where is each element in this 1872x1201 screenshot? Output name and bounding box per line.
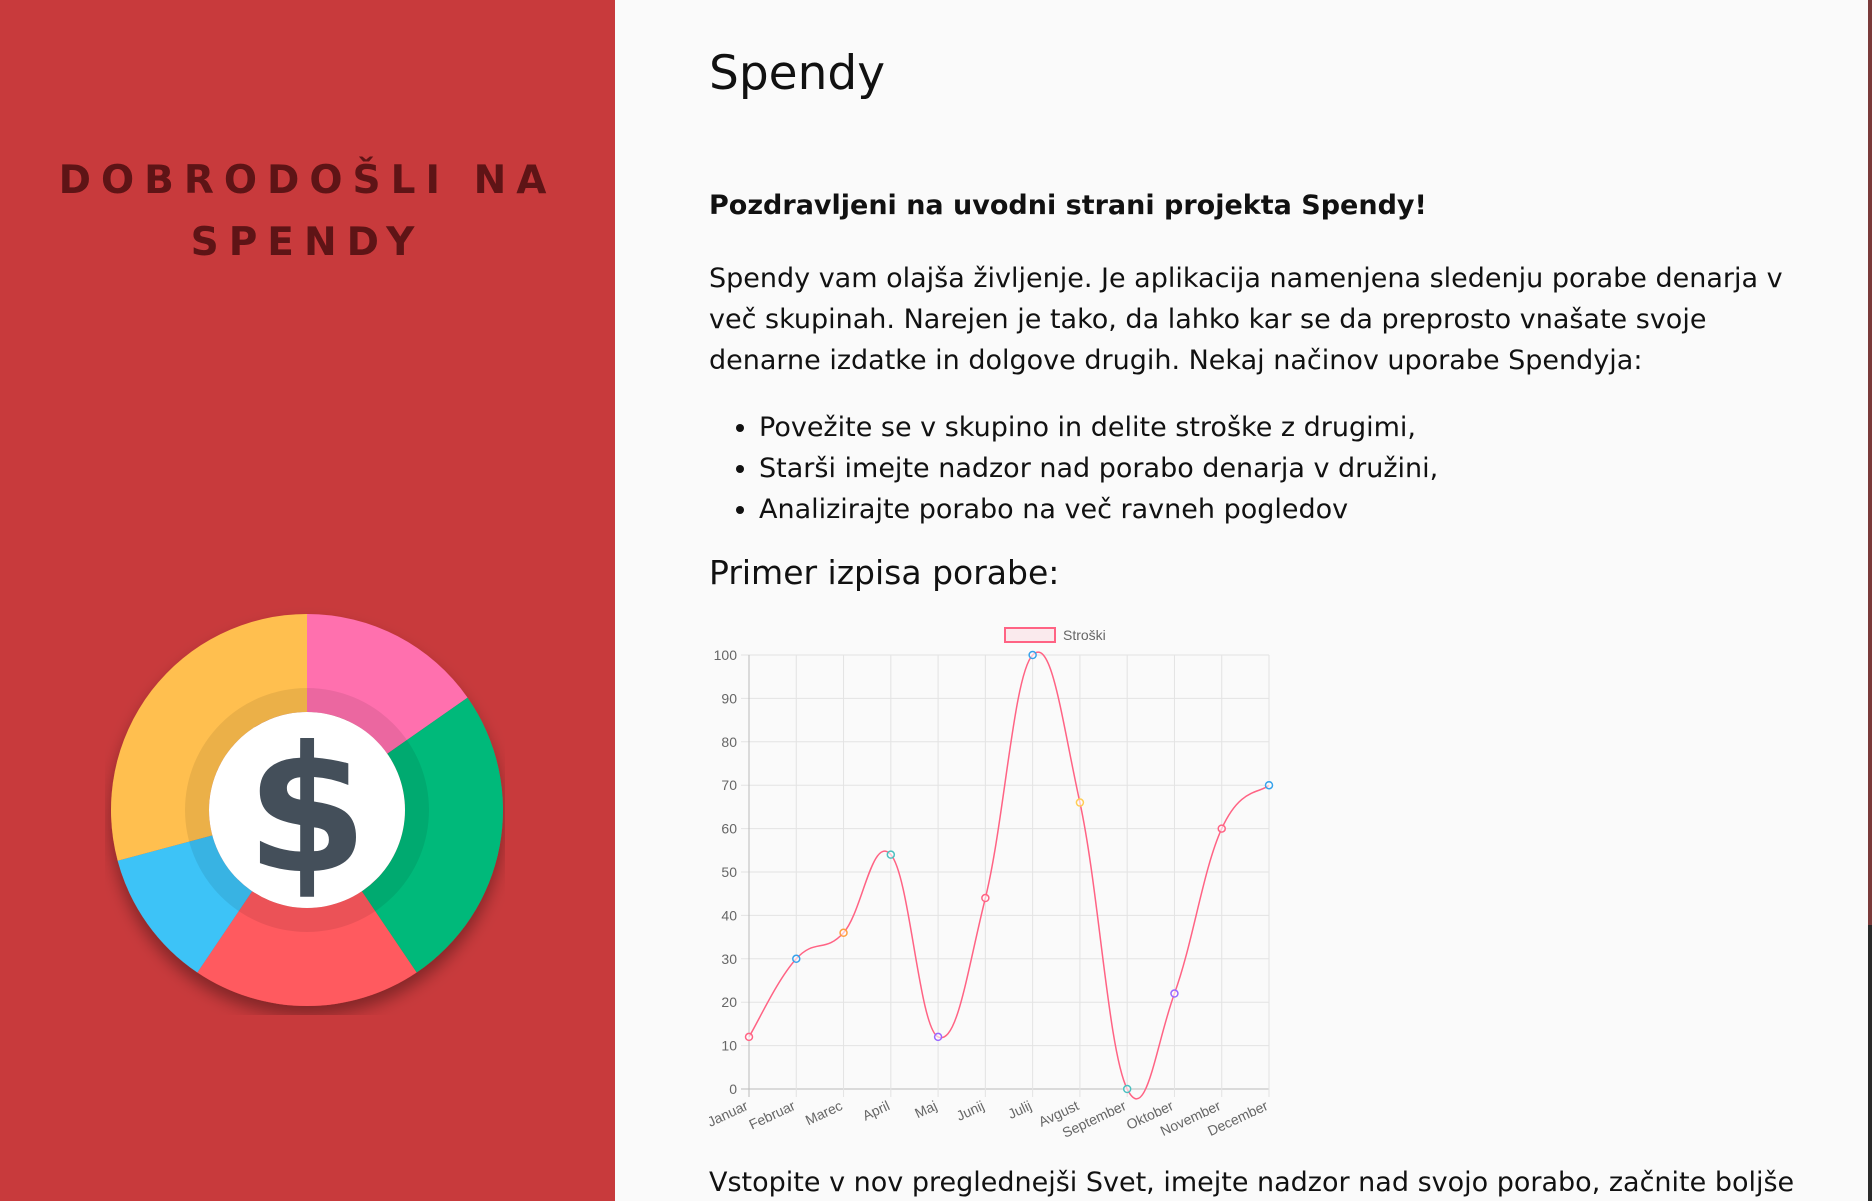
x-tick-label: Februar	[746, 1097, 797, 1132]
scrollbar-thumb[interactable]	[1868, 925, 1872, 1201]
x-tick-label: Julij	[1005, 1097, 1034, 1122]
outro-paragraph: Vstopite v nov preglednejši Svet, imejte…	[709, 1167, 1795, 1198]
list-item: Starši imejte nadzor nad porabo denarja …	[759, 448, 1438, 489]
y-tick-label: 40	[721, 907, 737, 923]
page-title: Spendy	[709, 46, 886, 101]
data-point[interactable]	[744, 1032, 754, 1042]
list-item: Analizirajte porabo na več ravneh pogled…	[759, 489, 1438, 530]
data-point[interactable]	[792, 954, 801, 964]
dollar-icon: $	[246, 710, 368, 913]
legend-label: Stroški	[1063, 627, 1106, 643]
data-point[interactable]	[1028, 650, 1037, 660]
x-tick-label: Junij	[954, 1097, 987, 1124]
data-point[interactable]	[1264, 780, 1274, 790]
data-point[interactable]	[1170, 989, 1179, 998]
data-point[interactable]	[1075, 798, 1085, 807]
x-tick-label: Marec	[803, 1097, 845, 1128]
y-tick-label: 100	[714, 647, 738, 663]
x-tick-label: April	[860, 1097, 892, 1123]
sidebar: DOBRODOŠLI NA SPENDY $	[0, 0, 615, 1201]
x-tick-label: Januar	[709, 1097, 751, 1130]
data-point[interactable]	[981, 893, 990, 903]
data-point[interactable]	[1122, 1084, 1132, 1094]
main-content: Spendy Pozdravljeni na uvodni strani pro…	[615, 0, 1868, 1201]
y-tick-label: 60	[721, 821, 737, 837]
spendy-logo: $	[110, 614, 503, 1006]
y-tick-label: 50	[721, 864, 737, 880]
intro-paragraph: Spendy vam olajša življenje. Je aplikaci…	[709, 263, 1783, 376]
welcome-line-2: SPENDY	[190, 220, 425, 265]
welcome-heading: DOBRODOŠLI NA SPENDY	[0, 150, 615, 274]
spending-chart: Stroški 0 10 20 30 40 50 60 70 80 90 100 JanuarFebru…	[709, 627, 1274, 1141]
feature-list: Povežite se v skupino in delite stroške …	[709, 407, 1438, 530]
chart-legend: Stroški	[1004, 627, 1106, 643]
series-line	[748, 651, 1270, 1100]
x-tick-label: Maj	[912, 1097, 939, 1121]
y-tick-label: 20	[721, 994, 737, 1010]
y-tick-label: 70	[721, 777, 737, 793]
y-tick-label: 80	[721, 734, 737, 750]
y-tick-label: 90	[721, 690, 737, 706]
y-tick-label: 10	[721, 1038, 737, 1054]
y-tick-label: 30	[721, 951, 737, 967]
scrollbar[interactable]	[1868, 0, 1872, 1201]
data-point[interactable]	[933, 1032, 943, 1042]
data-point[interactable]	[886, 850, 896, 859]
list-item: Povežite se v skupino in delite stroške …	[759, 407, 1438, 448]
data-point[interactable]	[839, 928, 848, 938]
data-point[interactable]	[1217, 824, 1226, 833]
legend-swatch	[1004, 627, 1056, 643]
chart-heading: Primer izpisa porabe:	[709, 553, 1060, 592]
intro-heading: Pozdravljeni na uvodni strani projekta S…	[709, 190, 1427, 221]
y-tick-label: 0	[729, 1081, 737, 1097]
welcome-line-1: DOBRODOŠLI NA	[58, 158, 557, 203]
